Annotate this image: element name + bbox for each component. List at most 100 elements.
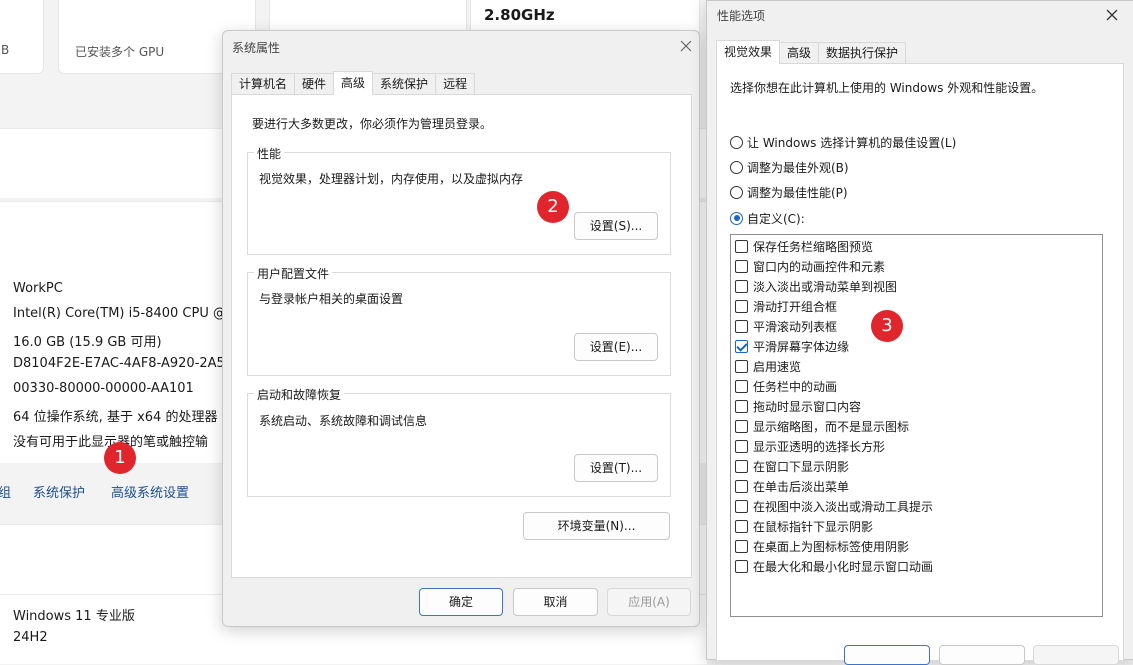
sys-props-tabs: 计算机名 硬件 高级 系统保护 远程 — [231, 71, 476, 95]
windows-edition: Windows 11 专业版 — [13, 609, 135, 624]
link-system-protection[interactable]: 系统保护 — [33, 482, 85, 501]
visual-effect-option[interactable]: 显示缩略图，而不是显示图标 — [735, 418, 909, 434]
visual-effect-option[interactable]: 启用速览 — [735, 358, 801, 374]
close-icon[interactable] — [678, 38, 694, 54]
perf-close-icon[interactable] — [1104, 7, 1120, 23]
annotation-badge-3: 3 — [871, 310, 903, 342]
visual-effect-label: 在鼠标指针下显示阴影 — [753, 519, 874, 534]
radio-best-appearance[interactable]: 调整为最佳外观(B) — [730, 159, 849, 175]
tab-hardware[interactable]: 硬件 — [294, 73, 335, 95]
checkbox[interactable] — [735, 399, 748, 413]
radio-label: 自定义(C): — [747, 211, 805, 226]
radio-button[interactable] — [730, 185, 743, 199]
checkbox[interactable] — [735, 419, 748, 433]
tab-system-protection[interactable]: 系统保护 — [372, 73, 437, 95]
checkbox-checked[interactable] — [735, 339, 748, 353]
visual-effect-option[interactable]: 平滑屏幕字体边缘 — [735, 338, 849, 354]
visual-effect-option[interactable]: 显示亚透明的选择长方形 — [735, 438, 885, 454]
visual-effect-label: 在单击后淡出菜单 — [753, 479, 850, 494]
startup-recovery-desc: 系统启动、系统故障和调试信息 — [259, 414, 428, 428]
tab-computer-name[interactable]: 计算机名 — [231, 73, 296, 95]
checkbox[interactable] — [735, 559, 748, 573]
tab-remote[interactable]: 远程 — [435, 73, 476, 95]
tab-dep[interactable]: 数据执行保护 — [818, 42, 907, 64]
spec-product-id: 00330-80000-00000-AA101 — [13, 381, 194, 396]
visual-effect-option[interactable]: 淡入淡出或滑动菜单到视图 — [735, 278, 897, 294]
radio-let-windows-choose[interactable]: 让 Windows 选择计算机的最佳设置(L) — [730, 134, 956, 150]
checkbox[interactable] — [735, 379, 748, 393]
startup-recovery-group: 启动和故障恢复 系统启动、系统故障和调试信息 设置(T)... — [247, 386, 671, 497]
perf-tabs: 视觉效果 高级 数据执行保护 — [716, 40, 907, 64]
tab-perf-advanced[interactable]: 高级 — [779, 42, 820, 64]
checkbox[interactable] — [735, 499, 748, 513]
system-properties-dialog: 系统属性 计算机名 硬件 高级 系统保护 远程 要进行大多数更改，你必须作为管理… — [222, 30, 700, 627]
visual-effects-list[interactable]: 保存任务栏缩略图预览 窗口内的动画控件和元素淡入淡出或滑动菜单到视图滑动打开组合框… — [730, 234, 1103, 617]
checkbox[interactable] — [735, 479, 748, 493]
checkbox[interactable] — [735, 439, 748, 453]
radio-label: 调整为最佳外观(B) — [747, 160, 849, 175]
radio-button-selected[interactable] — [730, 211, 743, 225]
visual-effect-option[interactable]: 窗口内的动画控件和元素 — [735, 258, 885, 274]
perf-ok-button[interactable] — [844, 645, 930, 665]
environment-variables-button[interactable]: 环境变量(N)... — [523, 512, 670, 540]
radio-button[interactable] — [730, 160, 743, 174]
ok-button[interactable]: 确定 — [419, 588, 503, 616]
visual-effect-option[interactable]: 在桌面上为图标标签使用阴影 — [735, 538, 909, 554]
visual-effect-option[interactable]: 拖动时显示窗口内容 — [735, 398, 861, 414]
startup-recovery-group-title: 启动和故障恢复 — [254, 386, 345, 403]
checkbox[interactable] — [735, 459, 748, 473]
link-advanced-system-settings[interactable]: 高级系统设置 — [111, 482, 189, 501]
annotation-badge-2: 2 — [537, 191, 569, 223]
checkbox[interactable] — [735, 519, 748, 533]
visual-effect-label: 拖动时显示窗口内容 — [753, 399, 862, 414]
dialog-title: 系统属性 — [232, 41, 281, 55]
checkbox[interactable] — [735, 319, 748, 333]
visual-effect-option[interactable]: 滑动打开组合框 — [735, 298, 837, 314]
perf-dialog-title: 性能选项 — [717, 9, 766, 23]
checkbox[interactable] — [735, 279, 748, 293]
performance-settings-button[interactable]: 设置(S)... — [574, 212, 658, 240]
visual-effect-option[interactable]: 在单击后淡出菜单 — [735, 478, 849, 494]
annotation-badge-1: 1 — [104, 442, 136, 474]
visual-effect-label: 在桌面上为图标标签使用阴影 — [753, 539, 910, 554]
perf-intro: 选择你想在此计算机上使用的 Windows 外观和性能设置。 — [730, 81, 1044, 95]
apply-button[interactable]: 应用(A) — [607, 588, 691, 616]
visual-effect-label: 保存任务栏缩略图预览 — [753, 239, 874, 254]
tab-visual-effects[interactable]: 视觉效果 — [716, 40, 781, 64]
spec-system-type: 64 位操作系统, 基于 x64 的处理器 — [13, 410, 218, 425]
radio-button[interactable] — [730, 135, 743, 149]
user-profiles-settings-button[interactable]: 设置(E)... — [574, 333, 658, 361]
visual-effect-label: 滑动打开组合框 — [753, 299, 838, 314]
radio-custom[interactable]: 自定义(C): — [730, 210, 805, 226]
cancel-button[interactable]: 取消 — [513, 588, 598, 616]
startup-recovery-settings-button[interactable]: 设置(T)... — [574, 454, 658, 482]
perf-cancel-button[interactable] — [939, 645, 1025, 665]
gpu-text: 已安装多个 GPU — [75, 45, 165, 59]
perf-apply-button[interactable] — [1033, 645, 1119, 665]
spec-ram: 16.0 GB (15.9 GB 可用) — [13, 335, 162, 350]
radio-best-performance[interactable]: 调整为最佳性能(P) — [730, 184, 848, 200]
visual-effect-label: 窗口内的动画控件和元素 — [753, 259, 886, 274]
user-profiles-group-title: 用户配置文件 — [254, 265, 333, 282]
checkbox[interactable] — [735, 259, 748, 273]
link-group[interactable]: 组 — [0, 482, 11, 501]
spec-processor: Intel(R) Core(TM) i5-8400 CPU @ 2 — [13, 306, 239, 321]
visual-effect-option[interactable]: 任务栏中的动画 — [735, 378, 837, 394]
visual-effect-option[interactable]: 平滑滚动列表框 — [735, 318, 837, 334]
visual-effect-label: 平滑屏幕字体边缘 — [753, 339, 850, 354]
visual-effect-option[interactable]: 在视图中淡入淡出或滑动工具提示 — [735, 498, 933, 514]
checkbox[interactable] — [735, 359, 748, 373]
visual-effect-option[interactable]: 在最大化和最小化时显示窗口动画 — [735, 558, 933, 574]
checkbox[interactable] — [735, 239, 748, 253]
checkbox[interactable] — [735, 299, 748, 313]
visual-effect-option[interactable]: 在鼠标指针下显示阴影 — [735, 518, 873, 534]
visual-effect-label: 在视图中淡入淡出或滑动工具提示 — [753, 499, 934, 514]
advanced-tab-panel: 要进行大多数更改，你必须作为管理员登录。 性能 视觉效果，处理器计划，内存使用，… — [231, 94, 692, 578]
visual-effect-option[interactable]: 在窗口下显示阴影 — [735, 458, 849, 474]
spec-device-name: WorkPC — [13, 281, 63, 296]
visual-effect-option[interactable]: 保存任务栏缩略图预览 — [735, 238, 873, 254]
tab-advanced[interactable]: 高级 — [333, 71, 374, 95]
user-profiles-desc: 与登录帐户相关的桌面设置 — [259, 292, 404, 306]
radio-label: 让 Windows 选择计算机的最佳设置(L) — [747, 135, 957, 150]
checkbox[interactable] — [735, 539, 748, 553]
